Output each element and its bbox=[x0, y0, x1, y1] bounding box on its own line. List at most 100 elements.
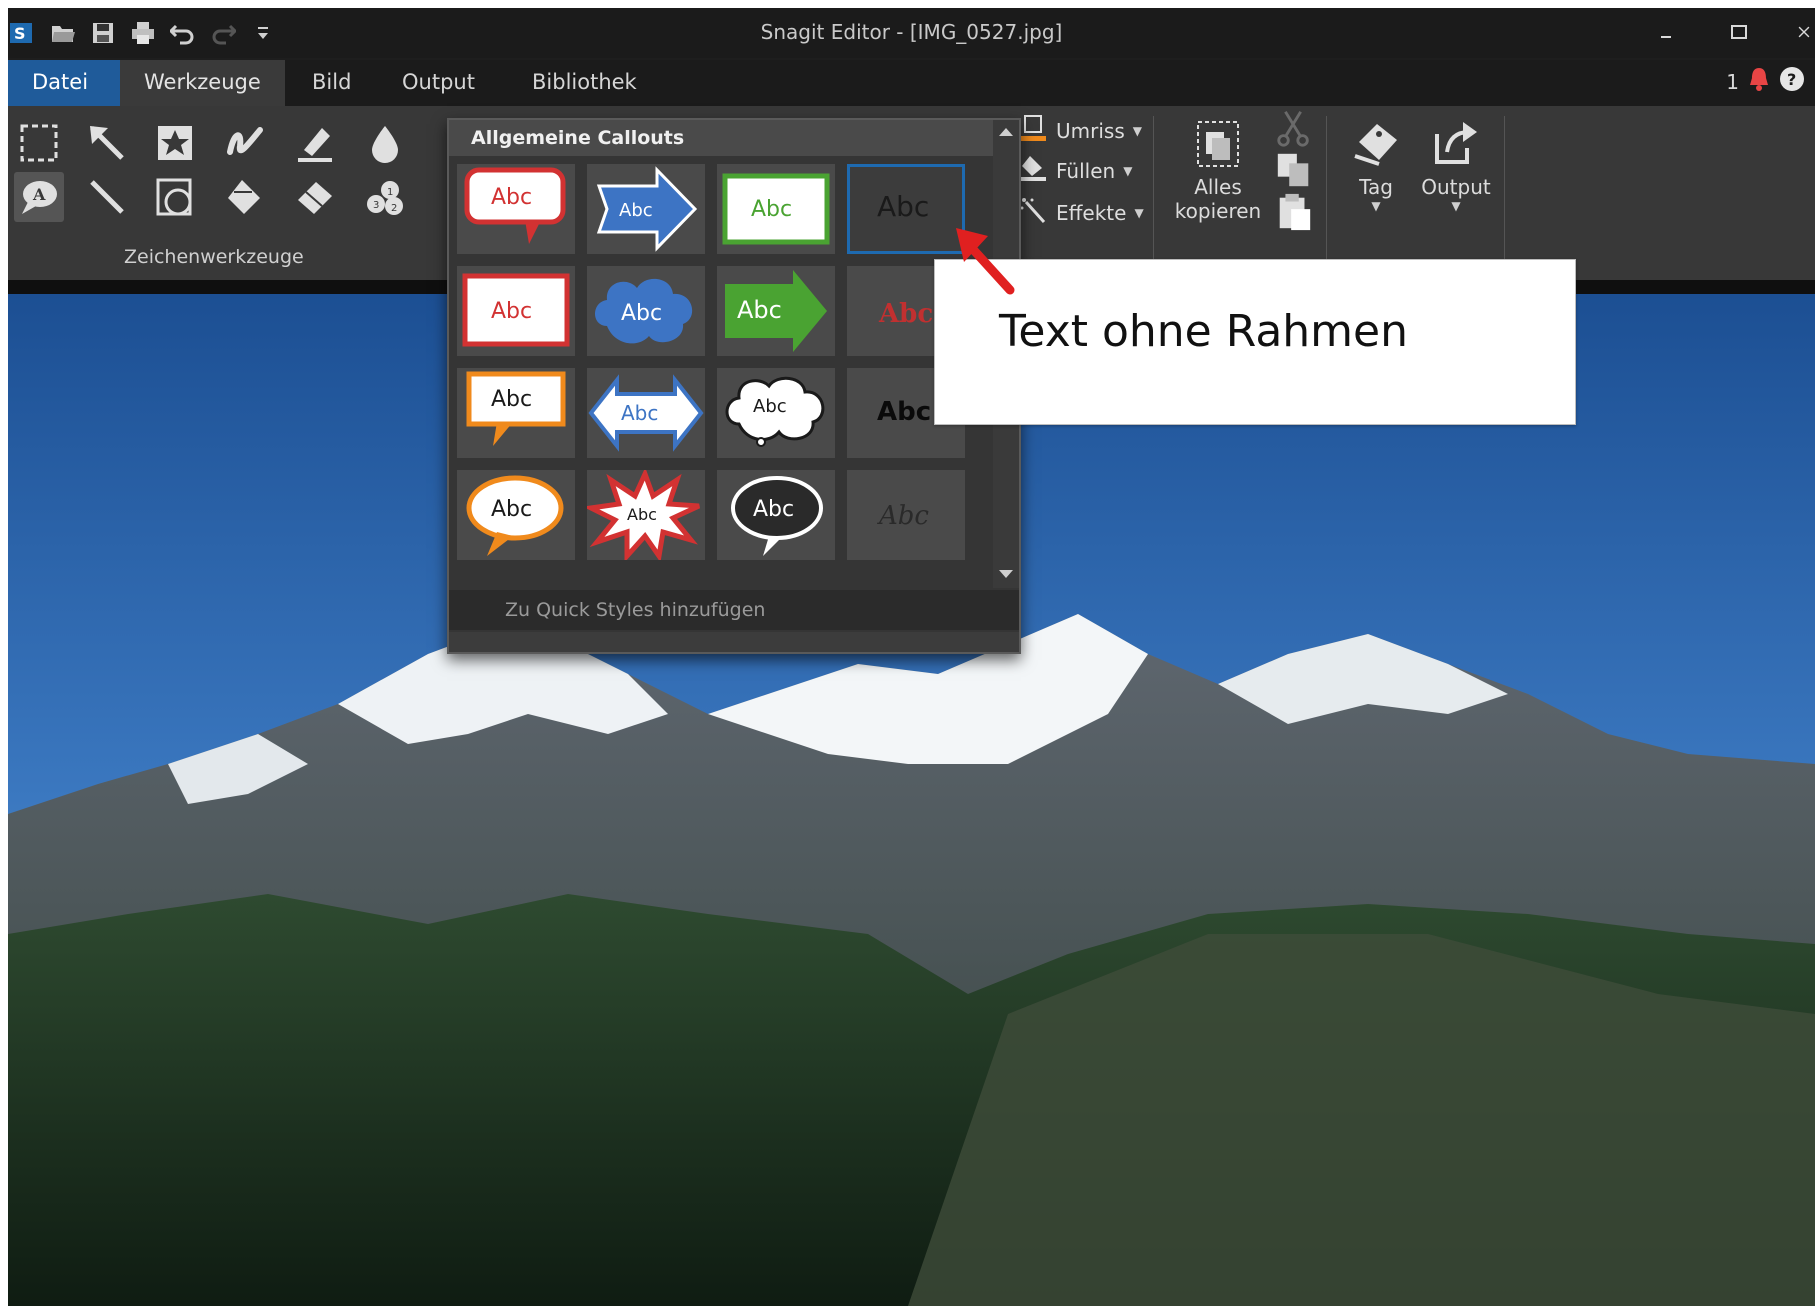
output-dropdown-icon: ▼ bbox=[1451, 199, 1461, 213]
callout-text: Abc bbox=[751, 197, 792, 222]
ribbon-divider bbox=[1153, 116, 1154, 271]
scroll-down-icon[interactable] bbox=[999, 570, 1013, 578]
menu-bibliothek[interactable]: Bibliothek bbox=[508, 60, 661, 106]
svg-text:?: ? bbox=[1787, 70, 1796, 89]
callout-style-arrow-blue[interactable]: Abc bbox=[587, 164, 705, 254]
window-controls bbox=[1653, 18, 1815, 46]
notification-area: 1 ? bbox=[1726, 66, 1805, 97]
callout-tool-icon[interactable]: A bbox=[14, 172, 64, 222]
fill-dropdown-icon: ▼ bbox=[1123, 163, 1133, 178]
outline-button[interactable]: Umriss ▼ bbox=[1018, 114, 1142, 147]
highlighter-tool-icon[interactable] bbox=[290, 118, 340, 168]
annotation-text: Text ohne Rahmen bbox=[999, 306, 1408, 357]
menu-werkzeuge[interactable]: Werkzeuge bbox=[120, 60, 285, 106]
minimize-icon[interactable] bbox=[1653, 18, 1681, 46]
callout-style-text-italic[interactable]: Abc bbox=[847, 470, 965, 560]
output-label: Output bbox=[1421, 175, 1491, 199]
annotation-box: Text ohne Rahmen bbox=[934, 259, 1576, 425]
close-icon[interactable] bbox=[1797, 18, 1811, 46]
callout-text: Abc bbox=[621, 401, 658, 425]
tag-label: Tag bbox=[1359, 175, 1393, 199]
effects-label: Effekte bbox=[1056, 200, 1127, 225]
callout-style-speech-orange[interactable]: Abc bbox=[457, 368, 575, 458]
ribbon-divider bbox=[1504, 116, 1505, 271]
fill-button[interactable]: Füllen ▼ bbox=[1018, 154, 1132, 187]
maximize-icon[interactable] bbox=[1725, 18, 1753, 46]
callout-text: Abc bbox=[627, 505, 657, 524]
copy-icon[interactable] bbox=[1274, 150, 1314, 190]
callout-text: Abc bbox=[619, 200, 653, 221]
callout-text: Abc bbox=[491, 299, 532, 324]
callout-style-speech-red[interactable]: Abc bbox=[457, 164, 575, 254]
step-tool-icon[interactable]: 13 2 bbox=[360, 172, 410, 222]
callout-text: Abc bbox=[877, 190, 929, 223]
menu-bild[interactable]: Bild bbox=[288, 60, 375, 106]
copy-all-button[interactable]: Alles kopieren bbox=[1168, 118, 1268, 223]
copy-all-icon bbox=[1168, 118, 1268, 175]
callout-style-burst-red[interactable]: Abc bbox=[582, 467, 705, 563]
callout-text: Abc bbox=[737, 296, 782, 324]
bell-icon[interactable] bbox=[1747, 66, 1771, 97]
callout-text: Abc bbox=[753, 396, 787, 417]
callout-style-cloud-blue[interactable]: Abc bbox=[587, 266, 705, 356]
svg-text:A: A bbox=[32, 185, 46, 204]
arrow-tool-icon[interactable] bbox=[82, 118, 132, 168]
copy-all-label-line1: Alles bbox=[1194, 175, 1242, 199]
outline-icon bbox=[1018, 114, 1048, 147]
outline-label: Umriss bbox=[1056, 118, 1125, 143]
callout-style-box-red[interactable]: Abc bbox=[457, 266, 575, 356]
notification-count: 1 bbox=[1726, 69, 1739, 94]
selection-tool-icon[interactable] bbox=[14, 118, 64, 168]
output-button[interactable]: Output ▼ bbox=[1416, 118, 1496, 213]
window-title: Snagit Editor - [IMG_0527.jpg] bbox=[760, 20, 1063, 44]
callout-style-arrow-green[interactable]: Abc bbox=[717, 266, 835, 356]
fill-bucket-tool-icon[interactable] bbox=[220, 172, 270, 222]
callout-style-double-arrow-blue[interactable]: Abc bbox=[587, 368, 705, 458]
gallery-header: Allgemeine Callouts bbox=[449, 120, 993, 156]
ribbon-divider bbox=[1326, 116, 1327, 271]
menu-datei[interactable]: Datei bbox=[8, 60, 122, 106]
share-output-icon bbox=[1416, 118, 1496, 175]
add-to-quick-styles[interactable]: Zu Quick Styles hinzufügen bbox=[449, 590, 1019, 630]
callout-style-oval-dark[interactable]: Abc bbox=[717, 470, 835, 560]
callout-text: Abc bbox=[877, 501, 929, 531]
callout-text: Abc bbox=[491, 387, 532, 412]
fill-drop-tool-icon[interactable] bbox=[360, 118, 410, 168]
callout-text: Abc bbox=[878, 299, 933, 329]
pen-tool-icon[interactable] bbox=[220, 118, 270, 168]
title-bar: S Snagit Editor - [IMG_0527.jpg] bbox=[8, 8, 1815, 58]
effects-dropdown-icon: ▼ bbox=[1134, 205, 1144, 220]
menu-output[interactable]: Output bbox=[378, 60, 499, 106]
gallery-resize-grip[interactable] bbox=[449, 632, 1019, 652]
cut-icon[interactable] bbox=[1274, 108, 1314, 148]
callout-style-box-green[interactable]: Abc bbox=[717, 164, 835, 254]
callout-text: Abc bbox=[877, 397, 931, 427]
tag-button[interactable]: Tag ▼ bbox=[1336, 118, 1416, 213]
outline-dropdown-icon: ▼ bbox=[1132, 123, 1142, 138]
effects-button[interactable]: Effekte ▼ bbox=[1018, 196, 1144, 229]
scroll-up-icon[interactable] bbox=[999, 128, 1013, 136]
line-tool-icon[interactable] bbox=[82, 172, 132, 222]
menu-bar: Datei Werkzeuge Bild Output Bibliothek 1… bbox=[8, 60, 1815, 106]
fill-label: Füllen bbox=[1056, 158, 1116, 183]
svg-text:3: 3 bbox=[373, 200, 379, 211]
stamp-tool-icon[interactable] bbox=[150, 118, 200, 168]
callout-text: Abc bbox=[753, 497, 794, 522]
callout-text: Abc bbox=[621, 301, 662, 326]
eraser-tool-icon[interactable] bbox=[290, 172, 340, 222]
drawing-tools-group-label: Zeichenwerkzeuge bbox=[124, 246, 304, 268]
callout-text: Abc bbox=[491, 185, 532, 210]
annotation-arrow-icon bbox=[956, 228, 1015, 295]
tag-dropdown-icon: ▼ bbox=[1371, 199, 1381, 213]
fill-icon bbox=[1018, 154, 1048, 187]
paste-icon[interactable] bbox=[1274, 192, 1314, 232]
help-icon[interactable]: ? bbox=[1779, 66, 1805, 97]
tag-icon bbox=[1336, 118, 1416, 175]
callout-style-thought-cloud[interactable]: Abc bbox=[717, 368, 835, 458]
svg-text:1: 1 bbox=[387, 187, 393, 198]
callout-text: Abc bbox=[491, 497, 532, 522]
effects-icon bbox=[1018, 196, 1048, 229]
svg-text:2: 2 bbox=[391, 203, 397, 214]
callout-style-oval-orange[interactable]: Abc bbox=[457, 470, 575, 560]
shape-tool-icon[interactable] bbox=[150, 172, 200, 222]
